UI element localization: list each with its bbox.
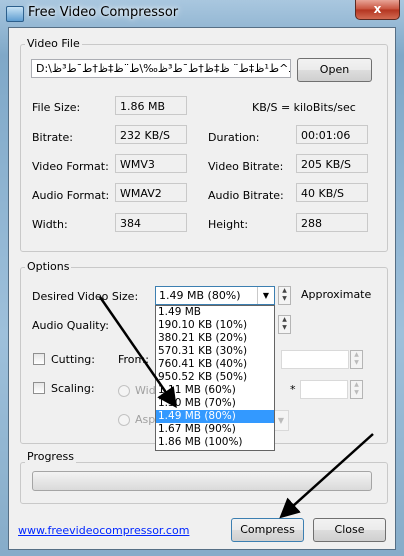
annotation-arrows (98, 296, 374, 519)
arrow-to-dropdown-icon (98, 296, 177, 409)
arrow-to-compress-icon (279, 433, 374, 519)
